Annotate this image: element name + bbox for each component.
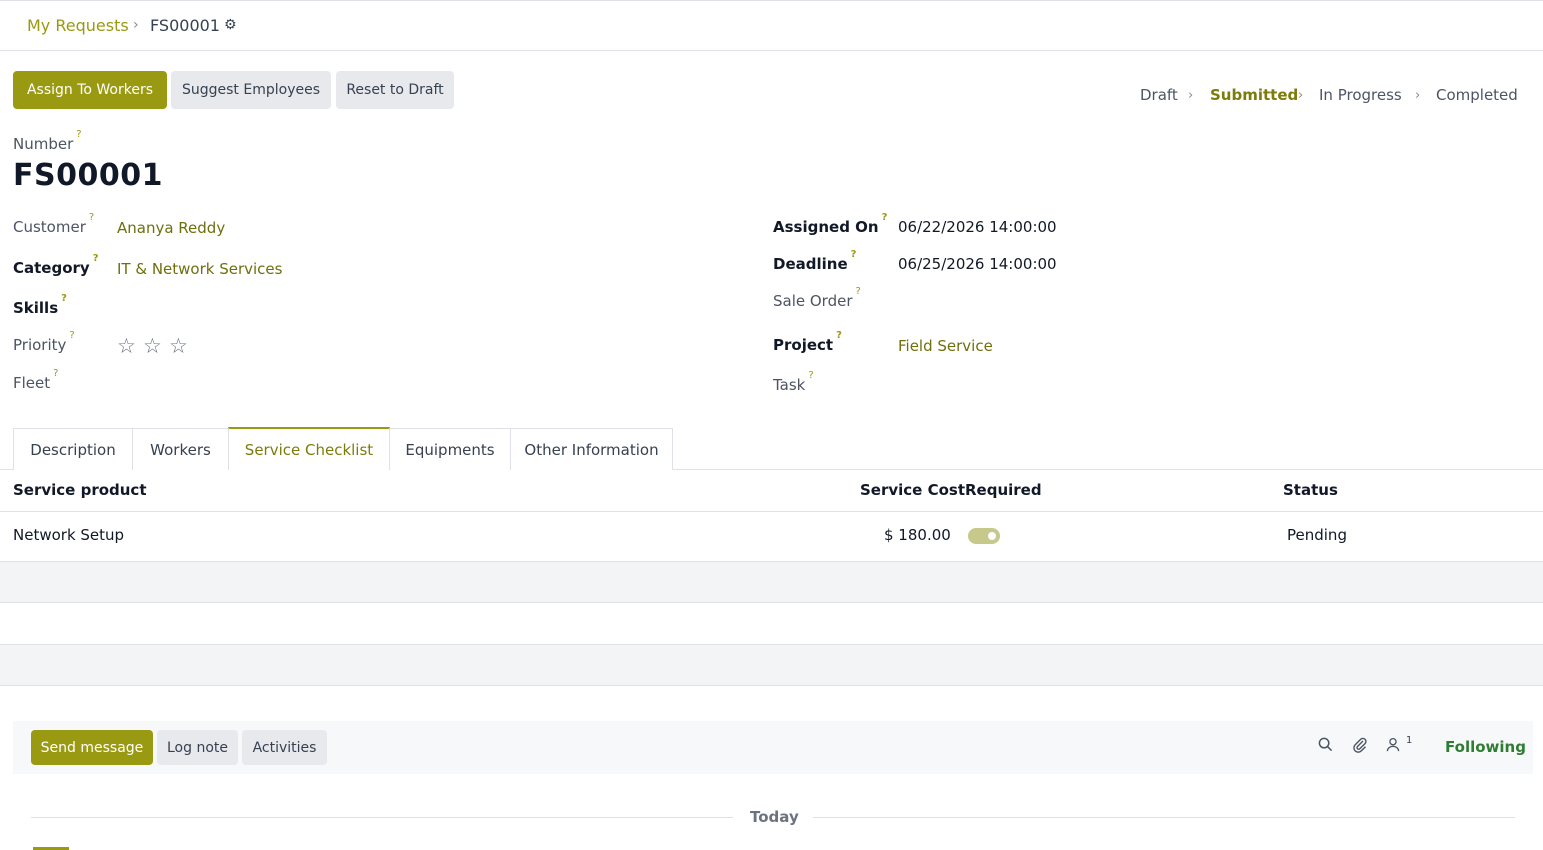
reset-to-draft-button[interactable]: Reset to Draft — [336, 71, 454, 109]
help-icon: ? — [836, 330, 842, 341]
table-header-divider — [0, 511, 1543, 512]
star-icon[interactable]: ☆ — [169, 334, 188, 358]
deadline-field[interactable]: 06/25/2026 14:00:00 — [898, 255, 1057, 273]
skills-label: Skills? — [13, 293, 67, 317]
cell-status[interactable]: Pending — [1287, 526, 1347, 544]
chevron-right-icon: › — [1415, 88, 1421, 103]
empty-row — [0, 562, 1543, 603]
star-icon[interactable]: ☆ — [117, 334, 136, 358]
project-label: Project? — [773, 330, 842, 354]
gear-icon[interactable]: ⚙ — [224, 17, 237, 33]
help-icon: ? — [53, 368, 59, 379]
status-step-submitted[interactable]: Submitted — [1210, 86, 1298, 104]
divider-line — [813, 817, 1515, 818]
empty-row — [0, 645, 1543, 686]
cell-service-cost[interactable]: $ 180.00 — [884, 526, 951, 544]
search-icon[interactable] — [1318, 737, 1333, 756]
category-label: Category? — [13, 253, 99, 277]
status-step-completed[interactable]: Completed — [1436, 86, 1518, 104]
column-header-required[interactable]: Required — [965, 481, 1042, 499]
column-header-service-cost[interactable]: Service Cost — [860, 481, 965, 499]
deadline-label: Deadline? — [773, 249, 857, 273]
cell-service-product[interactable]: Network Setup — [13, 526, 124, 544]
priority-label: Priority? — [13, 330, 75, 354]
tab-other-information[interactable]: Other Information — [510, 428, 673, 470]
fleet-label: Fleet? — [13, 368, 59, 392]
date-divider-today: Today — [750, 808, 799, 826]
breadcrumb-current: FS00001 — [150, 16, 220, 35]
tab-description[interactable]: Description — [13, 428, 133, 470]
chatter-toolbar — [13, 721, 1533, 774]
task-label: Task? — [773, 370, 814, 394]
control-panel: My Requests › FS00001 ⚙ — [0, 0, 1543, 51]
customer-field[interactable]: Ananya Reddy — [117, 219, 225, 237]
tab-service-checklist[interactable]: Service Checklist — [228, 427, 390, 470]
category-field[interactable]: IT & Network Services — [117, 260, 282, 278]
chevron-right-icon: › — [1188, 88, 1194, 103]
sale-order-label: Sale Order? — [773, 286, 861, 310]
help-icon: ? — [69, 330, 75, 341]
status-step-in-progress[interactable]: In Progress — [1319, 86, 1402, 104]
help-icon: ? — [92, 253, 99, 264]
column-header-service-product[interactable]: Service product — [13, 481, 147, 499]
tab-workers[interactable]: Workers — [132, 428, 229, 470]
log-note-button[interactable]: Log note — [157, 730, 238, 765]
help-icon: ? — [808, 370, 814, 381]
send-message-button[interactable]: Send message — [31, 730, 153, 765]
assign-to-workers-button[interactable]: Assign To Workers — [13, 71, 167, 109]
followers-count: 1 — [1406, 735, 1413, 746]
status-step-draft[interactable]: Draft — [1140, 86, 1178, 104]
breadcrumb-my-requests[interactable]: My Requests — [27, 16, 129, 35]
table-row-divider — [0, 685, 1543, 686]
empty-row — [0, 603, 1543, 644]
help-icon: ? — [61, 293, 67, 304]
following-button[interactable]: Following — [1445, 738, 1526, 756]
customer-label: Customer? — [13, 212, 95, 236]
number-label: Number? — [13, 129, 82, 153]
divider-line — [31, 817, 733, 818]
help-icon: ? — [76, 129, 82, 140]
required-toggle[interactable] — [968, 528, 1000, 544]
paperclip-icon[interactable] — [1352, 737, 1368, 757]
user-icon[interactable] — [1386, 737, 1400, 756]
breadcrumb-separator-icon: › — [133, 17, 139, 33]
assigned-on-field[interactable]: 06/22/2026 14:00:00 — [898, 218, 1057, 236]
help-icon: ? — [855, 286, 861, 297]
help-icon: ? — [88, 212, 95, 223]
suggest-employees-button[interactable]: Suggest Employees — [171, 71, 331, 109]
toggle-knob — [988, 532, 996, 540]
star-icon[interactable]: ☆ — [143, 334, 162, 358]
tab-equipments[interactable]: Equipments — [389, 428, 511, 470]
project-field[interactable]: Field Service — [898, 337, 993, 355]
column-header-status[interactable]: Status — [1283, 481, 1338, 499]
help-icon: ? — [850, 249, 857, 260]
record-number: FS00001 — [13, 158, 163, 193]
help-icon: ? — [881, 212, 888, 223]
assigned-on-label: Assigned On? — [773, 212, 888, 236]
activities-button[interactable]: Activities — [242, 730, 327, 765]
chevron-right-icon: › — [1298, 88, 1304, 103]
